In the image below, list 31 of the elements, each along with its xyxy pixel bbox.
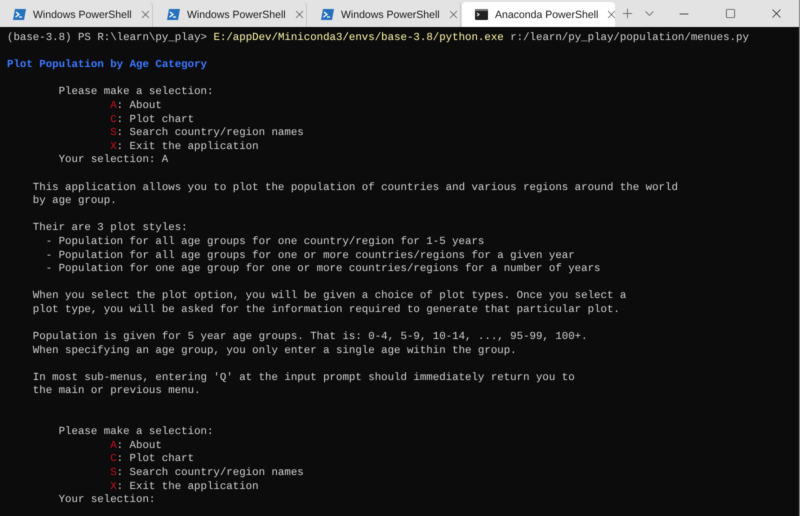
terminal-line: This application allows you to plot the population of countries and various regions around the world (32, 182, 679, 195)
menu-prompt: Please make a selection: (58, 86, 214, 100)
terminal-line: Population is given for 5 year age groups. That is: 0-4, 5-9, 10-14, ..., 95-99, 100+. (32, 331, 589, 345)
menu-prompt: Please make a selection: (58, 426, 214, 440)
terminal-line: - Population for all age groups for one country/region for 1-5 years (44, 236, 486, 250)
terminal-line: When you select the plot option, you will be given a choice of plot types. Once you select a (32, 290, 628, 304)
terminal-line: - Population for one age group for one or more countries/regions for a number of years (44, 263, 602, 277)
terminal-line: Their are 3 plot styles: (32, 222, 189, 236)
terminal-line: In most sub-menus, entering 'Q' at the input prompt should immediately return you to (32, 372, 576, 385)
powershell-icon (13, 9, 26, 20)
menu-option: S: Search country/region names (7, 127, 792, 141)
terminal-line: When specifying an age group, you only enter a single age within the group. (32, 344, 518, 358)
tab[interactable]: Anaconda PowerShell (462, 2, 615, 27)
terminal-line: by age group. (32, 195, 118, 209)
menu-option: S: Search country/region names (7, 467, 792, 481)
menu-option: C: Plot chart (7, 453, 792, 467)
terminal-line: plot type, you will be asked for the information required to generate that particular plot. (32, 304, 621, 318)
powershell-icon (167, 9, 180, 20)
terminal-heading: Plot Population by Age Category (7, 59, 208, 73)
menu-prompt: Your selection: A (58, 154, 170, 168)
terminal-line: - Population for all age groups for one or more countries/regions for a given year (44, 250, 576, 263)
terminal-icon (475, 9, 488, 20)
menu-option: A: About (7, 100, 792, 114)
menu-option: X: Exit the application (7, 140, 792, 154)
menu-prompt: Your selection: (58, 494, 156, 508)
menu-option: A: About (7, 440, 792, 454)
menu-option: X: Exit the application (7, 480, 792, 494)
menu-option: C: Plot chart (7, 114, 792, 128)
command-line: (base-3.8) PS R:\learn\py_play> E:/appDev/Miniconda3/envs/base-3.8/python.exe r:/learn/py_play/population/menues.py (7, 32, 750, 46)
powershell-icon (321, 9, 334, 20)
terminal-line: the main or previous menu. (32, 385, 202, 400)
